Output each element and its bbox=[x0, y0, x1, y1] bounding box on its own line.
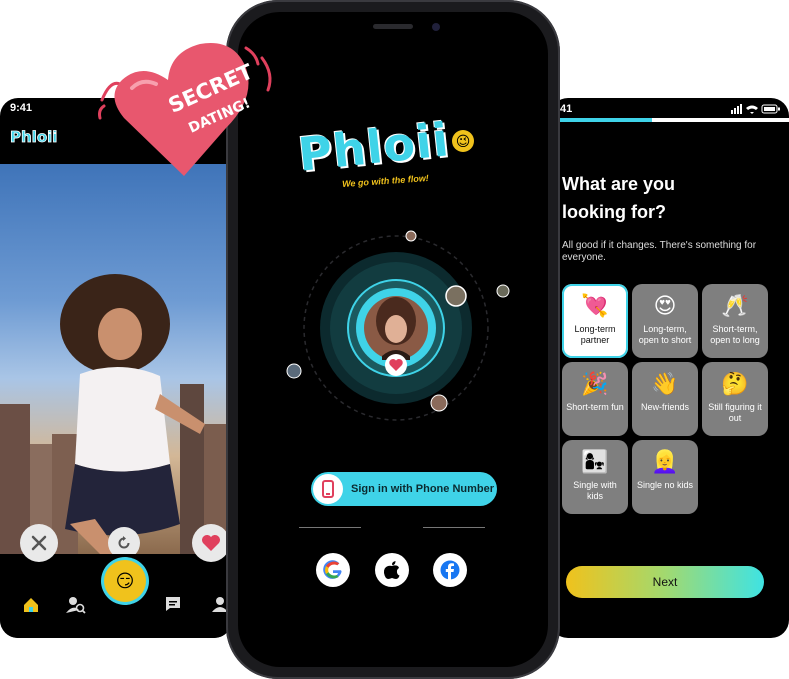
phloii-logo: Phloii bbox=[295, 112, 452, 182]
svg-text:Phloii: Phloii bbox=[10, 128, 57, 146]
phloii-logo-small: Phloii bbox=[8, 124, 60, 150]
status-time: 9:41 bbox=[10, 102, 33, 114]
front-camera bbox=[432, 23, 440, 31]
option-card[interactable]: 🥂 Short-term, open to long bbox=[702, 284, 768, 358]
option-card[interactable]: 👩‍👧 Single with kids bbox=[562, 440, 628, 514]
progress-track bbox=[560, 118, 789, 122]
option-card[interactable]: 💘 Long-term partner bbox=[562, 284, 628, 358]
option-emoji-icon: 👩‍👧 bbox=[581, 449, 609, 474]
divider-right bbox=[423, 527, 485, 528]
match-orbit-graphic bbox=[286, 230, 510, 421]
chat-icon[interactable] bbox=[165, 596, 181, 612]
close-icon bbox=[31, 535, 47, 551]
google-signin-button[interactable] bbox=[316, 553, 350, 587]
option-emoji-icon: 🤔 bbox=[721, 371, 749, 396]
divider-left bbox=[299, 527, 361, 528]
option-emoji-icon: 🥂 bbox=[721, 293, 749, 318]
next-label: Next bbox=[652, 575, 678, 589]
profile-photo[interactable] bbox=[0, 164, 232, 554]
option-card[interactable]: 😍 Long-term, open to short bbox=[632, 284, 698, 358]
option-emoji-icon: 🎉 bbox=[581, 371, 609, 396]
home-icon[interactable] bbox=[22, 596, 40, 614]
option-emoji-icon: 👱‍♀️ bbox=[651, 449, 679, 474]
undo-icon bbox=[118, 536, 130, 549]
option-emoji-icon: 💘 bbox=[581, 293, 609, 318]
option-label: Short-term fun bbox=[566, 402, 624, 412]
option-label: Long-term, open to short bbox=[638, 324, 692, 345]
option-label: New-friends bbox=[640, 402, 689, 412]
page-subtitle: All good if it changes. There's somethin… bbox=[562, 240, 757, 263]
option-card[interactable]: 🤔 Still figuring it out bbox=[702, 362, 768, 436]
next-button[interactable]: Next bbox=[566, 566, 764, 598]
phone-icon bbox=[322, 480, 334, 498]
option-label: Single no kids bbox=[636, 480, 694, 490]
login-screen: Phloii 😉 We go with the flow! Sign in wi… bbox=[238, 12, 548, 667]
status-time: 41 bbox=[560, 103, 573, 115]
apple-signin-button[interactable] bbox=[375, 553, 409, 587]
option-card[interactable]: 👋 New-friends bbox=[632, 362, 698, 436]
signin-phone-button[interactable]: Sign in with Phone Number bbox=[311, 472, 497, 506]
progress-fill bbox=[560, 118, 652, 122]
google-icon bbox=[323, 560, 342, 579]
option-label: Still figuring it out bbox=[708, 402, 762, 423]
option-card[interactable]: 👱‍♀️ Single no kids bbox=[632, 440, 698, 514]
status-icons bbox=[731, 104, 780, 114]
option-label: Single with kids bbox=[573, 480, 617, 501]
right-phone-preference-screen: 41 What are you looking for? All good if… bbox=[550, 98, 789, 638]
center-emoji-icon: 😏 bbox=[115, 570, 135, 591]
bottom-nav: 😏 bbox=[0, 554, 232, 638]
option-card[interactable]: 🎉 Short-term fun bbox=[562, 362, 628, 436]
speaker bbox=[373, 24, 413, 29]
dislike-button[interactable] bbox=[20, 524, 58, 562]
wink-emoji-icon: 😉 bbox=[452, 130, 474, 152]
signin-label: Sign in with Phone Number bbox=[351, 483, 494, 495]
option-emoji-icon: 😍 bbox=[653, 293, 677, 318]
search-users-icon[interactable] bbox=[66, 596, 86, 614]
apple-icon bbox=[383, 561, 400, 579]
option-label: Short-term, open to long bbox=[710, 324, 760, 345]
phone-icon-wrap bbox=[313, 474, 343, 504]
facebook-signin-button[interactable] bbox=[433, 553, 467, 587]
like-button[interactable] bbox=[192, 524, 230, 562]
secret-dating-badge: SECRET DATING! bbox=[96, 18, 276, 188]
page-title: What are you looking for? bbox=[562, 174, 676, 222]
person-figure bbox=[60, 274, 205, 554]
option-emoji-icon: 👋 bbox=[651, 371, 679, 396]
facebook-icon bbox=[440, 560, 460, 580]
center-emoji-button[interactable]: 😏 bbox=[104, 560, 146, 602]
center-phone-login-screen: Phloii 😉 We go with the flow! Sign in wi… bbox=[226, 0, 560, 679]
option-label: Long-term partner bbox=[574, 324, 616, 345]
heart-icon bbox=[202, 535, 220, 551]
